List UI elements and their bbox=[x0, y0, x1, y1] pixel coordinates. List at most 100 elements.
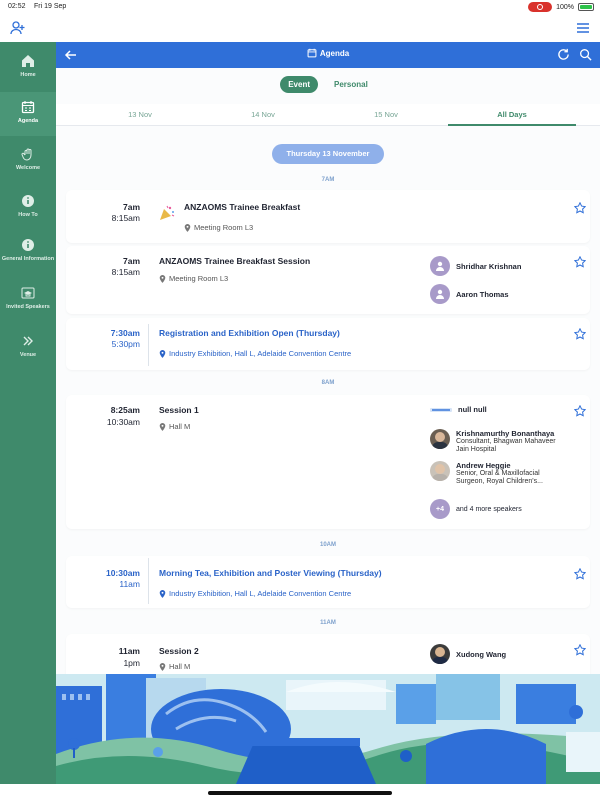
day-tabs: 13 Nov 14 Nov 15 Nov All Days bbox=[56, 104, 600, 126]
sponsor-item[interactable]: null null bbox=[430, 405, 487, 414]
person-icon bbox=[436, 289, 444, 299]
session-location: Meeting Room L3 bbox=[184, 223, 253, 232]
more-speakers[interactable]: +4 and 4 more speakers bbox=[430, 499, 522, 519]
session-location-text: Meeting Room L3 bbox=[169, 274, 229, 283]
session-title: Session 1 bbox=[159, 405, 199, 415]
session-end-time: 8:15am bbox=[111, 213, 140, 223]
map-pin-icon bbox=[159, 349, 166, 358]
person-icon bbox=[436, 261, 444, 271]
favorite-star-icon[interactable] bbox=[574, 256, 586, 268]
session-card[interactable]: 11am 1pm Session 2 Hall M Xudong Wang bbox=[66, 634, 590, 674]
session-start-time: 8:25am bbox=[110, 405, 140, 415]
tab-personal[interactable]: Personal bbox=[326, 76, 376, 93]
home-indicator[interactable] bbox=[208, 791, 392, 795]
sidebar-item-venue[interactable]: Venue bbox=[0, 326, 56, 370]
date-header: Thursday 13 November bbox=[272, 144, 384, 164]
map-pin-icon bbox=[159, 589, 166, 598]
sponsor-name: null null bbox=[458, 405, 487, 414]
tab-event[interactable]: Event bbox=[280, 76, 318, 93]
session-location-text: Hall M bbox=[169, 662, 191, 671]
avatar bbox=[430, 429, 450, 449]
favorite-star-icon[interactable] bbox=[574, 202, 586, 214]
status-bar: 02:52 Fri 19 Sep 100% bbox=[0, 0, 600, 14]
tab-day-14-nov[interactable]: 14 Nov bbox=[199, 110, 327, 119]
favorite-star-icon[interactable] bbox=[574, 328, 586, 340]
session-title: ANZAOMS Trainee Breakfast Session bbox=[159, 256, 311, 266]
menu-icon[interactable] bbox=[576, 21, 590, 35]
hour-divider: 8AM bbox=[321, 380, 335, 386]
chevrons-right-icon bbox=[23, 336, 33, 346]
session-title: Registration and Exhibition Open (Thursd… bbox=[159, 328, 340, 338]
session-end-time: 11am bbox=[119, 579, 140, 589]
speaker-item[interactable]: Andrew Heggie Senior, Oral & Maxillofaci… bbox=[430, 461, 568, 486]
session-start-time: 7:30am bbox=[110, 328, 140, 338]
status-time: 02:52 bbox=[8, 3, 26, 10]
sidebar-item-label: General Information bbox=[1, 256, 55, 262]
speaker-role: Consultant, Bhagwan Mahaveer Jain Hospit… bbox=[456, 438, 556, 453]
session-location: Hall M bbox=[159, 422, 190, 431]
tab-all-days[interactable]: All Days bbox=[448, 110, 576, 119]
speaker-item[interactable]: Krishnamurthy Bonanthaya Consultant, Bha… bbox=[430, 429, 568, 454]
status-right: 100% bbox=[528, 2, 594, 12]
session-title: Morning Tea, Exhibition and Poster Viewi… bbox=[159, 568, 382, 578]
speaker-info: Andrew Heggie Senior, Oral & Maxillofaci… bbox=[456, 461, 568, 486]
session-location: Meeting Room L3 bbox=[159, 274, 228, 283]
session-title: ANZAOMS Trainee Breakfast bbox=[184, 202, 301, 212]
speaker-name: Xudong Wang bbox=[456, 649, 507, 659]
sidebar-item-label: Venue bbox=[19, 352, 37, 358]
session-start-time: 7am bbox=[122, 202, 140, 212]
session-card[interactable]: 7am 8:15am ANZAOMS Trainee Breakfast Mee… bbox=[66, 190, 590, 243]
sidebar-item-label: Home bbox=[20, 72, 36, 78]
sidebar-item-general-information[interactable]: General Information bbox=[0, 230, 56, 274]
page-title-text: Agenda bbox=[319, 49, 350, 58]
session-card[interactable]: 7am 8:15am ANZAOMS Trainee Breakfast Ses… bbox=[66, 246, 590, 314]
session-location: Hall M bbox=[159, 662, 190, 671]
session-card[interactable]: 8:25am 10:30am Session 1 Hall M null nul… bbox=[66, 395, 590, 529]
sponsor-logo bbox=[430, 407, 452, 412]
session-end-time: 1pm bbox=[123, 658, 140, 668]
map-pin-icon bbox=[159, 274, 166, 283]
session-location-text: Meeting Room L3 bbox=[194, 223, 254, 232]
avatar bbox=[430, 461, 450, 481]
info-icon bbox=[22, 239, 34, 251]
favorite-star-icon[interactable] bbox=[574, 568, 586, 580]
sidebar-item-home[interactable]: Home bbox=[0, 46, 56, 90]
session-end-time: 8:15am bbox=[111, 267, 140, 277]
map-pin-icon bbox=[159, 662, 166, 671]
sidebar-item-welcome[interactable]: Welcome bbox=[0, 139, 56, 183]
session-end-time: 5:30pm bbox=[111, 339, 140, 349]
session-location-text: Hall M bbox=[169, 422, 191, 431]
speaker-name: Aaron Thomas bbox=[456, 289, 509, 299]
speaker-item[interactable]: Shridhar Krishnan bbox=[430, 256, 521, 276]
divider bbox=[148, 558, 149, 604]
more-speakers-count: +4 bbox=[430, 499, 450, 519]
session-card[interactable]: 10:30am 11am Morning Tea, Exhibition and… bbox=[66, 556, 590, 608]
session-start-time: 11am bbox=[118, 646, 140, 656]
session-location-text: Industry Exhibition, Hall L, Adelaide Co… bbox=[169, 349, 352, 358]
sidebar: Home Agenda Welcome How To General Infor… bbox=[0, 42, 56, 784]
map-pin-icon bbox=[159, 422, 166, 431]
favorite-star-icon[interactable] bbox=[574, 644, 586, 656]
sidebar-item-label: Invited Speakers bbox=[6, 304, 50, 310]
speaker-item[interactable]: Xudong Wang bbox=[430, 644, 506, 664]
sidebar-item-agenda[interactable]: Agenda bbox=[0, 92, 56, 136]
tab-day-15-nov[interactable]: 15 Nov bbox=[322, 110, 450, 119]
tab-day-13-nov[interactable]: 13 Nov bbox=[76, 110, 204, 119]
session-title: Session 2 bbox=[159, 646, 199, 656]
session-start-time: 7am bbox=[122, 256, 140, 266]
page-title: Agenda bbox=[56, 48, 600, 58]
session-card[interactable]: 7:30am 5:30pm Registration and Exhibitio… bbox=[66, 318, 590, 370]
sidebar-item-invited-speakers[interactable]: Invited Speakers bbox=[0, 278, 56, 322]
divider bbox=[148, 324, 149, 366]
favorite-star-icon[interactable] bbox=[574, 405, 586, 417]
status-date: Fri 19 Sep bbox=[34, 3, 67, 10]
sidebar-item-label: Welcome bbox=[15, 165, 41, 171]
search-icon[interactable] bbox=[579, 48, 592, 61]
refresh-icon[interactable] bbox=[557, 48, 570, 61]
speaker-item[interactable]: Aaron Thomas bbox=[430, 284, 509, 304]
sidebar-item-how-to[interactable]: How To bbox=[0, 186, 56, 230]
hour-divider: 10AM bbox=[319, 542, 336, 548]
speaker-name: Shridhar Krishnan bbox=[456, 261, 522, 271]
add-user-icon[interactable] bbox=[10, 20, 26, 36]
avatar bbox=[430, 256, 450, 276]
